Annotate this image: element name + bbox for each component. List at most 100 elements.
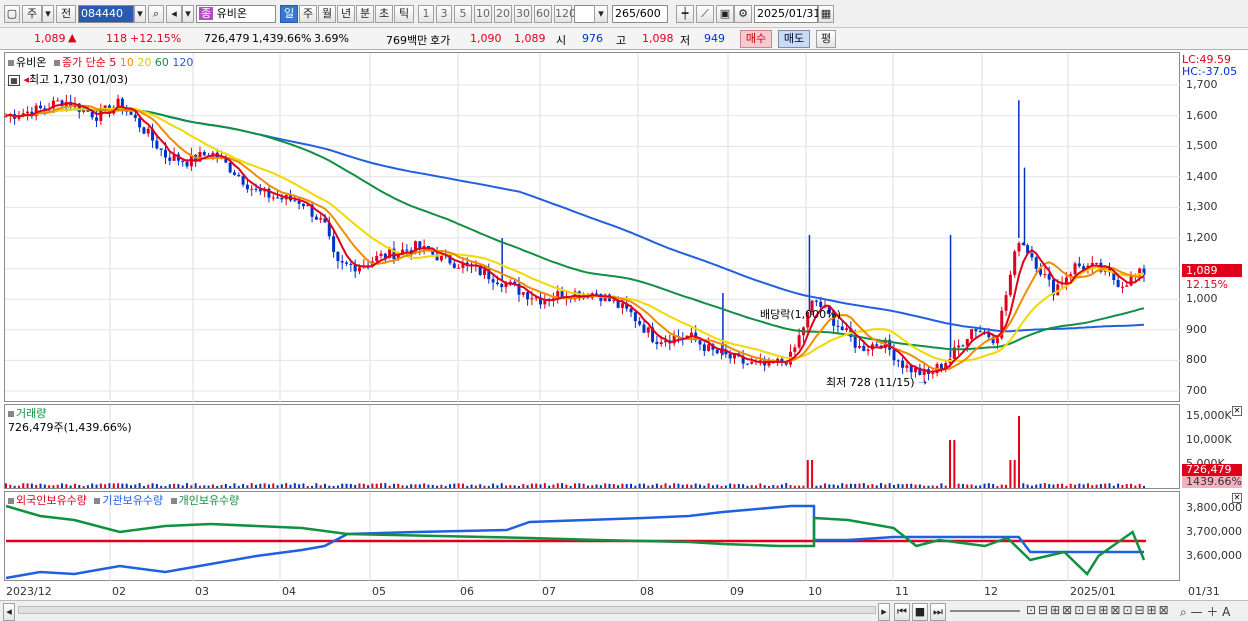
volume-bar [811, 460, 814, 488]
volume-bar [513, 485, 516, 488]
volume-bar [1035, 484, 1038, 488]
candle-body [1017, 243, 1021, 252]
volume-bar [647, 485, 650, 488]
candle-body [26, 111, 30, 114]
price-y-tick: 1,300 [1186, 200, 1218, 214]
price-title: 유비온 [16, 56, 47, 69]
volume-bar [871, 484, 874, 488]
volume-bar [345, 483, 348, 488]
candle-body [659, 342, 663, 345]
candle-body [250, 188, 254, 190]
candle-body [698, 340, 702, 345]
volume-bar [1108, 483, 1111, 488]
candle-body [814, 300, 818, 302]
volume-bar [354, 484, 357, 488]
volume-bar [168, 484, 171, 488]
candle-body [793, 347, 797, 352]
volume-bar [30, 483, 33, 488]
stop-icon[interactable]: ■ [912, 603, 928, 621]
volume-bar [957, 483, 960, 488]
high-note: ▦ ◂최고 1,730 (01/03) [8, 71, 128, 87]
volume-bar [759, 483, 762, 488]
table-icon[interactable]: ▦ [8, 75, 20, 86]
rewind-icon[interactable]: ⏮ [894, 603, 910, 621]
volume-bar [1048, 484, 1051, 488]
volume-bar [845, 484, 848, 488]
volume-close-icon[interactable]: ✕ [1232, 406, 1242, 416]
volume-bar [1091, 485, 1094, 488]
volume-bar [905, 483, 908, 488]
volume-bar [479, 484, 482, 488]
volume-bar [1013, 460, 1016, 488]
volume-bar [151, 483, 154, 488]
volume-bar [1099, 484, 1102, 488]
holdings-close-icon[interactable]: ✕ [1232, 493, 1242, 503]
volume-bar [1095, 484, 1098, 488]
x-label-09: 09 [730, 585, 744, 598]
volume-bar [699, 484, 702, 488]
volume-bar [237, 485, 240, 488]
volume-bar [487, 485, 490, 488]
right-arrow-icon: ➝ [914, 376, 928, 389]
volume-bar [509, 485, 512, 488]
volume-bar [1017, 416, 1020, 488]
candle-body [892, 349, 896, 361]
volume-bar [315, 483, 318, 488]
candle-body [1043, 274, 1047, 276]
volume-bar [880, 483, 883, 488]
ma-120: 120 [172, 56, 194, 69]
zoom-slider[interactable] [950, 610, 1020, 612]
candle-body [797, 335, 801, 348]
candle-body [457, 267, 461, 269]
volume-bar [815, 485, 818, 488]
x-label-11: 11 [895, 585, 909, 598]
volume-bar [604, 483, 607, 488]
volume-bar [655, 483, 658, 488]
x-label-06: 06 [460, 585, 474, 598]
candle-body [297, 201, 301, 204]
volume-bar [496, 485, 499, 488]
volume-bar [130, 485, 133, 488]
volume-bar [530, 483, 533, 488]
volume-bar [505, 485, 508, 488]
price-y-tick: 1,600 [1186, 108, 1218, 122]
volume-bar [539, 484, 542, 488]
candle-body [642, 324, 646, 333]
volume-bar [61, 483, 64, 488]
volume-bar [431, 484, 434, 488]
volume-bar [198, 485, 201, 488]
volume-bar [987, 483, 990, 488]
volume-bar [1061, 483, 1064, 488]
candle-body [232, 172, 236, 175]
volume-bar [246, 485, 249, 488]
scroll-right-icon[interactable]: ▸ [878, 603, 890, 621]
volume-bar [586, 485, 589, 488]
forward-icon[interactable]: ⏭ [930, 603, 946, 621]
volume-bar [78, 484, 81, 488]
volume-bar [711, 485, 714, 488]
x-label-2023-12: 2023/12 [6, 585, 52, 598]
price-tag: 1,089 [1182, 264, 1242, 277]
volume-bar [1086, 483, 1089, 488]
low-note: 최저 728 (11/15) ➝ [826, 374, 927, 390]
volume-bar [621, 483, 624, 488]
volume-bar [302, 483, 305, 488]
volume-bar [285, 483, 288, 488]
volume-bar [599, 485, 602, 488]
low-note-text: 최저 728 (11/15) [826, 376, 915, 389]
volume-bar [410, 484, 413, 488]
volume-bar [625, 484, 628, 488]
scrollbar-track[interactable] [18, 606, 876, 614]
scroll-left-icon[interactable]: ◂ [3, 603, 15, 621]
candle-body [1125, 285, 1129, 287]
zoom-icons[interactable]: ⌕ — ＋ A [1180, 603, 1230, 620]
individual-label: 개인보유수량 [178, 494, 240, 507]
candle-body [858, 345, 861, 348]
volume-bar [694, 483, 697, 488]
ma-60: 60 [154, 56, 169, 69]
candle-body [1120, 286, 1124, 288]
volume-bar [686, 484, 689, 488]
volume-bar [918, 484, 921, 488]
drawing-tools[interactable]: ⊡⊟⊞⊠⊡⊟⊞⊠⊡⊟⊞⊠ [1026, 603, 1171, 617]
volume-bar [824, 483, 827, 488]
